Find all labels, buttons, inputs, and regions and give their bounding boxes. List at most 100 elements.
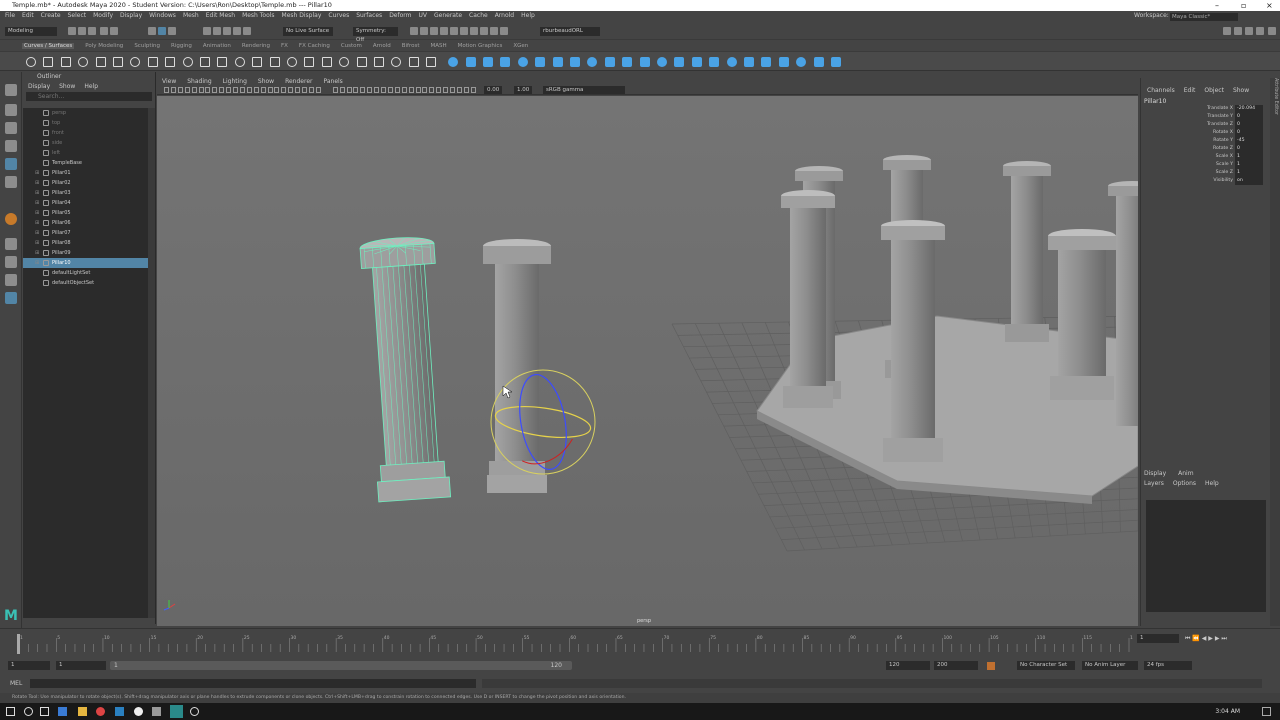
viewport-tool-icon-19[interactable]	[295, 87, 301, 93]
menu-uv[interactable]: UV	[419, 12, 428, 19]
color-space-select[interactable]: sRGB gamma	[543, 86, 625, 94]
viewport-menu-panels[interactable]: Panels	[323, 78, 342, 85]
menu-create[interactable]: Create	[41, 12, 61, 19]
shelf-tool-icon-30[interactable]	[552, 57, 563, 67]
shelf-tool-icon-38[interactable]	[691, 57, 702, 67]
outliner-toggle-icon[interactable]	[1268, 27, 1276, 35]
menu-deform[interactable]: Deform	[389, 12, 411, 19]
viewport-tool-icon-21[interactable]	[308, 87, 314, 93]
shelf-tool-icon-6[interactable]	[130, 57, 141, 67]
viewport-tool-icon-23[interactable]	[332, 87, 338, 93]
viewport-tool-icon-38[interactable]	[436, 87, 442, 93]
end-frame-field[interactable]: 200	[934, 661, 978, 670]
viewport-tool-icon-32[interactable]	[394, 87, 400, 93]
viewport-tool-icon-34[interactable]	[408, 87, 414, 93]
ipr-render-icon[interactable]	[420, 27, 428, 35]
app-icon-2[interactable]	[134, 707, 143, 716]
character-set-select[interactable]: No Character Set	[1017, 661, 1075, 670]
playblast-icon[interactable]	[470, 27, 478, 35]
open-scene-icon[interactable]	[78, 27, 86, 35]
expand-icon[interactable]: ⊞	[35, 228, 39, 238]
menu-mesh-tools[interactable]: Mesh Tools	[242, 12, 274, 19]
outliner-item[interactable]: ⊞ Pillar08	[23, 238, 148, 248]
outliner-item[interactable]: left	[23, 148, 148, 158]
maya-taskbar-icon[interactable]	[170, 705, 183, 718]
outliner-item[interactable]: ⊞ Pillar09	[23, 248, 148, 258]
snap-curve-icon[interactable]	[213, 27, 221, 35]
channel-value[interactable]: 1	[1235, 161, 1263, 169]
command-input[interactable]	[30, 679, 476, 688]
layer-menu-layers[interactable]: Layers	[1144, 480, 1164, 487]
shelf-tool-icon-23[interactable]	[426, 57, 437, 67]
viewport-tool-icon-33[interactable]	[401, 87, 407, 93]
shelf-tool-icon-12[interactable]	[234, 57, 245, 67]
expand-icon[interactable]: ⊞	[35, 188, 39, 198]
arnold-ipr-icon[interactable]	[490, 27, 498, 35]
shelf-tool-icon-8[interactable]	[165, 57, 176, 67]
shelf-tool-icon-7[interactable]	[147, 57, 158, 67]
viewport-menu-shading[interactable]: Shading	[187, 78, 211, 85]
viewport-tool-icon-41[interactable]	[456, 87, 462, 93]
four-view-icon[interactable]	[5, 256, 17, 268]
outliner-item[interactable]: ⊞ Pillar10	[23, 258, 148, 268]
shelf-tab-1[interactable]: Poly Modeling	[85, 43, 123, 49]
outliner-item[interactable]: persp	[23, 108, 148, 118]
shelf-tool-icon-17[interactable]	[321, 57, 332, 67]
tool-settings-icon[interactable]	[1245, 27, 1253, 35]
snap-view-icon[interactable]	[233, 27, 241, 35]
shelf-tool-icon-18[interactable]	[339, 57, 350, 67]
channel-row[interactable]: Rotate X0	[1141, 129, 1269, 137]
time-ruler[interactable]: 1 5 10 15 20 25 30 35 40 45 50 55 60 65 70 75 80 85 90 95 10…	[15, 634, 1139, 654]
notification-icon[interactable]	[1262, 707, 1271, 716]
shelf-tool-icon-36[interactable]	[657, 57, 667, 67]
viewport-tool-icon-18[interactable]	[288, 87, 294, 93]
step-back-frame-icon[interactable]: ◀	[1202, 635, 1207, 642]
channel-value[interactable]: 1	[1235, 153, 1263, 161]
step-back-key-icon[interactable]: ⏪	[1192, 635, 1199, 642]
viewport-tool-icon-7[interactable]	[212, 87, 218, 93]
shelf-tab-2[interactable]: Sculpting	[134, 43, 160, 49]
viewport-tool-icon-39[interactable]	[443, 87, 449, 93]
shelf-tool-icon-5[interactable]	[113, 57, 123, 67]
single-view-icon[interactable]	[5, 238, 17, 250]
shelf-tool-icon-4[interactable]	[95, 57, 106, 67]
shelf-tool-icon-44[interactable]	[796, 57, 807, 67]
channel-menu-object[interactable]: Object	[1204, 87, 1224, 94]
shelf-tool-icon-15[interactable]	[287, 57, 297, 67]
shelf-tool-icon-21[interactable]	[391, 57, 402, 67]
outliner-item[interactable]: ⊞ Pillar03	[23, 188, 148, 198]
fps-select[interactable]: 24 fps	[1144, 661, 1192, 670]
shelf-tool-icon-35[interactable]	[639, 57, 650, 67]
scale-tool-icon[interactable]	[5, 176, 17, 188]
menu-arnold[interactable]: Arnold	[495, 12, 514, 19]
expand-icon[interactable]: ⊞	[35, 198, 39, 208]
move-tool-icon[interactable]	[5, 140, 17, 152]
shelf-tool-icon-2[interactable]	[60, 57, 71, 67]
outliner-item[interactable]: side	[23, 138, 148, 148]
search-icon[interactable]	[24, 707, 33, 716]
shelf-tab-13[interactable]: XGen	[513, 43, 528, 49]
viewport-tool-icon-5[interactable]	[198, 87, 204, 93]
viewport-tool-icon-8[interactable]	[219, 87, 225, 93]
light-editor-icon[interactable]	[460, 27, 468, 35]
shelf-tool-icon-24[interactable]	[448, 57, 459, 67]
shelf-tool-icon-32[interactable]	[587, 57, 598, 67]
channel-menu-channels[interactable]: Channels	[1147, 87, 1175, 94]
attribute-editor-icon[interactable]	[1234, 27, 1242, 35]
go-to-start-icon[interactable]: ⏮	[1185, 635, 1190, 642]
shelf-tool-icon-19[interactable]	[356, 57, 367, 67]
menu-cache[interactable]: Cache	[469, 12, 488, 19]
start-frame-field[interactable]: 1	[8, 661, 50, 670]
expand-icon[interactable]: ⊞	[35, 178, 39, 188]
app-icon-4[interactable]	[190, 707, 199, 716]
shelf-tab-8[interactable]: Custom	[341, 43, 362, 49]
step-forward-frame-icon[interactable]: ▶	[1215, 635, 1220, 642]
modeling-toolkit-icon[interactable]	[1223, 27, 1231, 35]
shelf-tab-0[interactable]: Curves / Surfaces	[22, 43, 75, 49]
menu-select[interactable]: Select	[68, 12, 87, 19]
time-slider[interactable]: 1 5 10 15 20 25 30 35 40 45 50 55 60 65 70 75 80 85 90 95 10…	[0, 628, 1280, 658]
expand-icon[interactable]: ⊞	[35, 168, 39, 178]
range-bar[interactable]: 1 120	[110, 661, 572, 670]
app-icon-3[interactable]	[152, 707, 161, 716]
viewport-tool-icon-36[interactable]	[422, 87, 428, 93]
